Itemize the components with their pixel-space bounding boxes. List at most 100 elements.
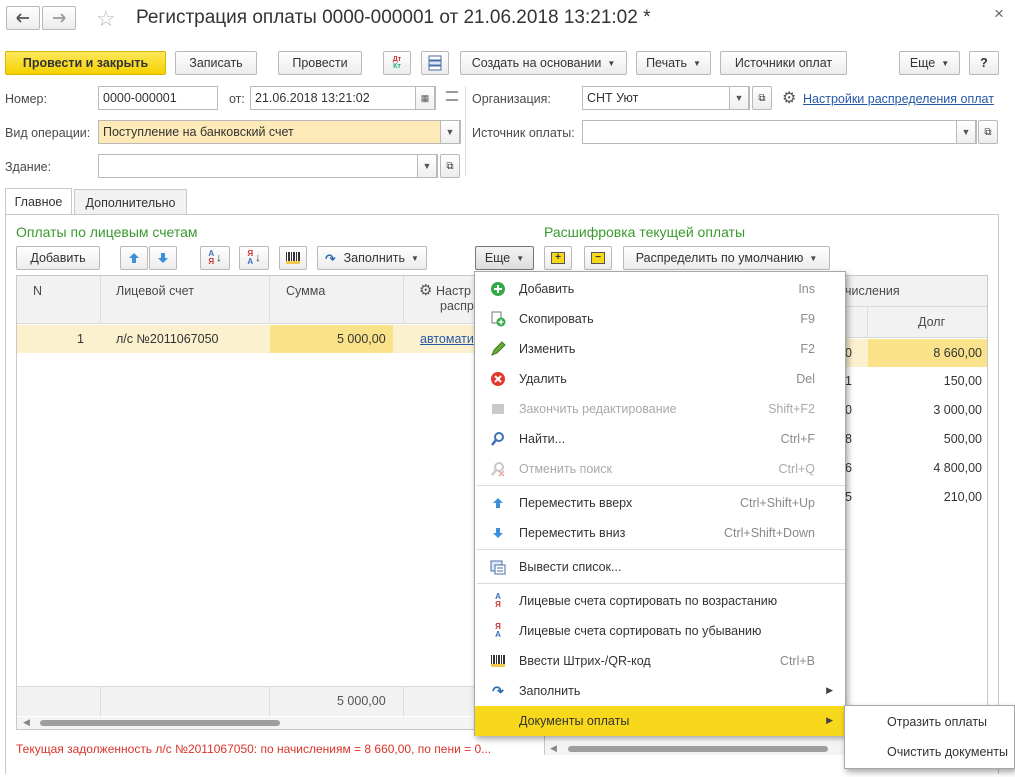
chevron-down-icon[interactable]: ▼ bbox=[417, 155, 437, 177]
distribution-settings-link[interactable]: Настройки распределения оплат bbox=[803, 92, 994, 106]
create-based-on-button[interactable]: Создать на основании ▼ bbox=[460, 51, 627, 75]
payments-table-footer bbox=[17, 686, 535, 716]
close-icon[interactable]: × bbox=[994, 4, 1004, 24]
operation-type-field[interactable]: Поступление на банковский счет ▼ bbox=[98, 120, 461, 144]
menu-item-add[interactable]: Добавить Ins bbox=[475, 274, 845, 304]
favorite-star-icon[interactable]: ☆ bbox=[96, 6, 116, 32]
dtkt-icon: Дт Кт bbox=[392, 56, 402, 70]
barcode-button[interactable] bbox=[279, 246, 307, 270]
partial-value: 8 bbox=[845, 432, 852, 446]
chevron-down-icon[interactable]: ▼ bbox=[956, 121, 976, 143]
open-organization-button[interactable]: ⧉ bbox=[752, 86, 772, 110]
chevron-down-icon[interactable]: ▼ bbox=[729, 87, 749, 109]
list-output-icon bbox=[489, 558, 507, 576]
menu-item-enter-barcode[interactable]: Ввести Штрих-/QR-код Ctrl+B bbox=[475, 646, 845, 676]
post-and-close-button[interactable]: Провести и закрыть bbox=[5, 51, 166, 75]
more-button[interactable]: Еще ▼ bbox=[899, 51, 960, 75]
partial-value: 5 bbox=[845, 490, 852, 504]
row-sum[interactable]: 5 000,00 bbox=[337, 332, 386, 346]
menu-item-sort-desc[interactable]: Я А Лицевые счета сортировать по убыванию bbox=[475, 616, 845, 646]
menu-item-move-up[interactable]: Переместить вверх Ctrl+Shift+Up bbox=[475, 488, 845, 518]
collapse-button[interactable]: − bbox=[584, 246, 612, 270]
debt-value: 8 660,00 bbox=[933, 346, 982, 360]
arrow-down-icon bbox=[158, 253, 168, 263]
col-distribution-setting[interactable]: Настр bbox=[436, 284, 471, 298]
submenu-item-reflect-payments[interactable]: Отразить оплаты bbox=[887, 715, 987, 729]
gear-icon: ⚙ bbox=[782, 90, 797, 107]
arrow-left-icon bbox=[16, 13, 29, 23]
menu-item-sort-asc[interactable]: А Я Лицевые счета сортировать по возрастан… bbox=[475, 586, 845, 616]
number-label: Номер: bbox=[5, 92, 47, 106]
col-debt[interactable]: Долг bbox=[918, 315, 945, 329]
tab-main[interactable]: Главное bbox=[5, 188, 72, 215]
distribute-default-button[interactable]: Распределить по умолчанию ▼ bbox=[623, 246, 830, 270]
menu-item-finish-editing: Закончить редактирование Shift+F2 bbox=[475, 394, 845, 424]
number-field[interactable]: 0000-000001 bbox=[98, 86, 218, 110]
move-up-button[interactable] bbox=[120, 246, 148, 270]
sort-asc-icon: АЯ bbox=[495, 592, 501, 609]
col-n[interactable]: N bbox=[33, 284, 42, 298]
table-more-button[interactable]: Еще ▼ bbox=[475, 246, 534, 270]
col-sum[interactable]: Сумма bbox=[286, 284, 325, 298]
right-scrollbar-thumb[interactable] bbox=[568, 746, 828, 752]
partial-value: 1 bbox=[845, 374, 852, 388]
payment-source-field[interactable]: ▼ bbox=[582, 120, 977, 144]
structure-icon bbox=[428, 55, 442, 71]
open-building-button[interactable]: ⧉ bbox=[440, 154, 460, 178]
menu-item-output-list[interactable]: Вывести список... bbox=[475, 552, 845, 582]
sort-desc-icon: ЯА bbox=[495, 622, 501, 639]
scroll-left-icon[interactable]: ◀ bbox=[23, 717, 30, 728]
fill-icon: ↷ bbox=[492, 682, 504, 699]
expand-icon: + bbox=[551, 252, 565, 264]
menu-item-copy[interactable]: Скопировать F9 bbox=[475, 304, 845, 334]
scroll-left-icon[interactable]: ◀ bbox=[550, 743, 557, 754]
debt-value: 4 800,00 bbox=[933, 461, 982, 475]
menu-item-find[interactable]: Найти... Ctrl+F bbox=[475, 424, 845, 454]
finish-edit-icon bbox=[489, 400, 507, 418]
print-button[interactable]: Печать ▼ bbox=[636, 51, 711, 75]
fill-button[interactable]: ↷ Заполнить ▼ bbox=[317, 246, 427, 270]
open-source-button[interactable]: ⧉ bbox=[978, 120, 998, 144]
header-divider bbox=[465, 86, 466, 176]
col-distribution-setting-line2: распр bbox=[440, 299, 474, 313]
sort-desc-icon: ЯА bbox=[247, 249, 254, 266]
menu-item-edit[interactable]: Изменить F2 bbox=[475, 334, 845, 364]
help-button[interactable]: ? bbox=[969, 51, 999, 75]
submenu-item-clear-documents[interactable]: Очистить документы bbox=[887, 745, 1008, 759]
row-n: 1 bbox=[77, 332, 84, 346]
save-button[interactable]: Записать bbox=[175, 51, 257, 75]
add-button[interactable]: Добавить bbox=[16, 246, 100, 270]
back-button[interactable] bbox=[6, 6, 40, 30]
total-sum: 5 000,00 bbox=[337, 694, 386, 708]
arrow-up-icon bbox=[129, 253, 139, 263]
calendar-icon[interactable]: ▦ bbox=[415, 87, 435, 109]
col-account[interactable]: Лицевой счет bbox=[116, 284, 194, 298]
sort-desc-button[interactable]: Я А ↓ bbox=[239, 246, 269, 270]
left-scrollbar-thumb[interactable] bbox=[40, 720, 280, 726]
tab-additional[interactable]: Дополнительно bbox=[74, 189, 187, 215]
menu-item-move-down[interactable]: Переместить вниз Ctrl+Shift+Down bbox=[475, 518, 845, 548]
expand-button[interactable]: + bbox=[544, 246, 572, 270]
menu-item-payment-documents[interactable]: Документы оплаты ▶ bbox=[475, 706, 845, 736]
comment-icon[interactable] bbox=[446, 91, 458, 101]
structure-button[interactable] bbox=[421, 51, 449, 75]
current-debt-status: Текущая задолженность л/с №2011067050: п… bbox=[16, 742, 492, 756]
organization-field[interactable]: СНТ Уют ▼ bbox=[582, 86, 750, 110]
menu-item-cancel-search: Отменить поиск Ctrl+Q bbox=[475, 454, 845, 484]
row-setting-link[interactable]: автомати bbox=[420, 332, 474, 346]
payment-sources-button[interactable]: Источники оплат bbox=[720, 51, 847, 75]
submenu-arrow-icon: ▶ bbox=[826, 685, 833, 695]
post-button[interactable]: Провести bbox=[278, 51, 362, 75]
arrow-down-icon bbox=[489, 524, 507, 542]
forward-button[interactable] bbox=[42, 6, 76, 30]
building-field[interactable]: ▼ bbox=[98, 154, 438, 178]
sort-asc-button[interactable]: А Я ↓ bbox=[200, 246, 230, 270]
dtkt-button[interactable]: Дт Кт bbox=[383, 51, 411, 75]
menu-item-fill[interactable]: ↷ Заполнить ▶ bbox=[475, 676, 845, 706]
move-down-button[interactable] bbox=[149, 246, 177, 270]
date-field[interactable]: 21.06.2018 13:21:02 ▦ bbox=[250, 86, 436, 110]
chevron-down-icon[interactable]: ▼ bbox=[440, 121, 460, 143]
menu-item-delete[interactable]: Удалить Del bbox=[475, 364, 845, 394]
collapse-icon: − bbox=[591, 252, 605, 264]
gear-icon: ⚙ bbox=[419, 282, 433, 299]
